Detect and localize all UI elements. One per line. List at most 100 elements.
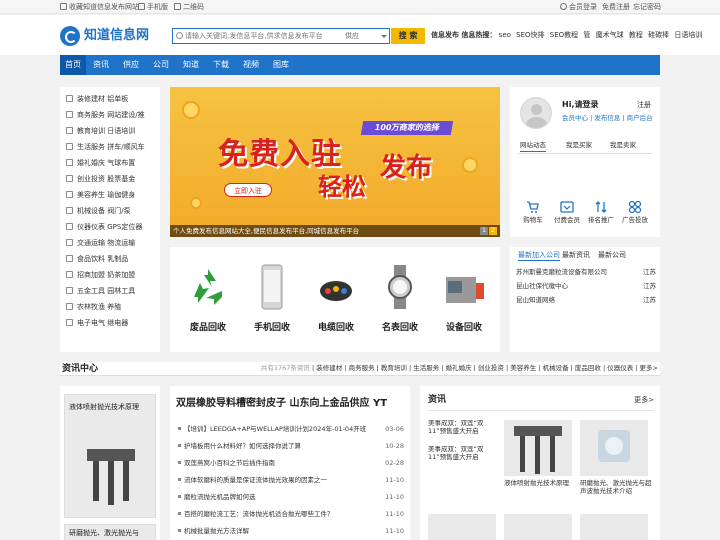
tab-site-news[interactable]: 网站动态: [520, 141, 546, 152]
tab-buyer[interactable]: 我是买家: [566, 141, 592, 150]
company-row[interactable]: 苏州斯曼克磨粒流设备有限公司 江苏: [516, 268, 656, 277]
tab-new-companies[interactable]: 最新加入公司: [518, 251, 560, 262]
news-category[interactable]: 美容养生: [510, 364, 536, 372]
nav-gallery[interactable]: 图库: [266, 55, 296, 75]
news-item[interactable]: 护墙板用什么材料好？如何选择你说了算 10-28: [178, 442, 404, 451]
hot-term[interactable]: SEO教程: [550, 31, 578, 39]
hot-term[interactable]: 教程: [629, 31, 643, 39]
banner-page[interactable]: 1: [480, 227, 488, 235]
forgot-password-link[interactable]: 忘记密码: [633, 3, 661, 11]
recycle-item-phone[interactable]: 手机回收: [242, 255, 302, 345]
news-more-link[interactable]: 更多>: [640, 364, 658, 372]
register-link[interactable]: 免费注册: [602, 3, 630, 11]
news-categories: 共有1767条资讯 | 装修建材 | 商务服务 | 教育培训 | 生活服务 | …: [260, 364, 658, 372]
category-item[interactable]: 装修建材 铝单板: [66, 95, 128, 106]
picture-card[interactable]: 液体喷射抛光技术原理: [504, 420, 576, 488]
category-item[interactable]: 美容养生 瑜伽健身: [66, 191, 135, 202]
news-item[interactable]: 双莲燕窝小百科之节后插件指南 02-28: [178, 459, 404, 468]
logo-icon[interactable]: [60, 26, 80, 46]
rank-shortcut[interactable]: 排名推广: [586, 200, 616, 225]
nozzle-image: [87, 449, 135, 505]
banner-page[interactable]: 2: [489, 227, 497, 235]
nav-home[interactable]: 首页: [60, 55, 86, 75]
hot-term[interactable]: 硅碳棒: [648, 31, 669, 39]
category-item[interactable]: 食品饮料 乳制品: [66, 255, 128, 266]
news-category[interactable]: 机械设备: [543, 364, 569, 372]
news-category[interactable]: 废品回收: [575, 364, 601, 372]
company-row[interactable]: 昆山社保代缴中心 江苏: [516, 282, 656, 291]
news-item[interactable]: 百搭的磨粒流工艺：流体抛光机适合抛光哪些工件？ 11-10: [178, 510, 404, 519]
search-scope-select[interactable]: 供应: [345, 32, 359, 40]
search-button[interactable]: 搜 索: [391, 28, 425, 44]
news-category[interactable]: 创业投资: [478, 364, 504, 372]
picture-thumb[interactable]: [580, 514, 648, 540]
nav-video[interactable]: 视频: [236, 55, 266, 75]
login-link[interactable]: 会员登录: [560, 3, 597, 11]
nav-news[interactable]: 资讯: [86, 55, 116, 75]
picture-thumb[interactable]: [504, 514, 572, 540]
register-button[interactable]: 注册: [637, 101, 651, 109]
ads-shortcut[interactable]: 广告投放: [620, 200, 650, 225]
company-row[interactable]: 昆山知道网络 江苏: [516, 296, 656, 305]
chevron-down-icon[interactable]: [381, 35, 387, 38]
tab-latest-company[interactable]: 最新公司: [598, 251, 626, 259]
logo-text[interactable]: 知道信息网: [84, 28, 149, 44]
news-item[interactable]: 机械批量抛光方法详解 11-10: [178, 527, 404, 536]
mobile-link[interactable]: 手机版: [138, 3, 168, 11]
hot-term[interactable]: seo: [499, 31, 511, 39]
login-prompt[interactable]: Hi,请登录: [562, 100, 598, 110]
recycle-item-waste[interactable]: 废品回收: [178, 255, 238, 345]
side-news-item[interactable]: 美事成双：双莲“双11”预售盛大开启: [428, 446, 498, 468]
picture-thumb[interactable]: [428, 514, 496, 540]
picture-news-more[interactable]: 更多>: [634, 396, 654, 404]
category-item[interactable]: 婚礼婚庆 气球布置: [66, 159, 135, 170]
member-links[interactable]: 会员中心 | 发布信息 | 商户后台: [562, 114, 653, 123]
category-item[interactable]: 创业投资 股票基金: [66, 175, 135, 186]
recycle-item-watch[interactable]: 名表回收: [370, 255, 430, 345]
picture-card[interactable]: 研磨抛光、激光抛光与超声波抛光技术介绍: [580, 420, 654, 496]
news-category[interactable]: 装修建材: [316, 364, 342, 372]
category-item[interactable]: 农林牧渔 养殖: [66, 303, 121, 314]
join-now-button[interactable]: 立即入驻: [224, 183, 272, 197]
category-item[interactable]: 电子电气 继电器: [66, 319, 128, 330]
category-item[interactable]: 交通运输 物流运输: [66, 239, 135, 250]
bookmark-link[interactable]: 收藏知道信息发布网站: [60, 3, 139, 11]
nav-supply[interactable]: 供应: [116, 55, 146, 75]
category-item[interactable]: 商务服务 网站建设/推: [66, 111, 145, 122]
search-input[interactable]: [185, 30, 333, 42]
recycle-item-cable[interactable]: 电缆回收: [306, 255, 366, 345]
hot-term[interactable]: SEO快排: [516, 31, 544, 39]
cart-shortcut[interactable]: 购物车: [518, 200, 548, 225]
news-item[interactable]: 流体软磨料的质量是保证流体抛光效果的因素之一 11-10: [178, 476, 404, 485]
tab-seller[interactable]: 我是卖家: [610, 141, 636, 150]
category-item[interactable]: 仪器仪表 GPS定位器: [66, 223, 142, 234]
news-card[interactable]: 研磨抛光、激光抛光与: [64, 524, 156, 540]
nav-company[interactable]: 公司: [146, 55, 176, 75]
category-item[interactable]: 五金工具 园林工具: [66, 287, 135, 298]
news-category[interactable]: 仪器仪表: [607, 364, 633, 372]
news-card[interactable]: 液体喷射抛光技术原理: [64, 394, 156, 518]
category-item[interactable]: 招商加盟 奶茶加盟: [66, 271, 135, 282]
qrcode-link[interactable]: 二维码: [174, 3, 204, 11]
category-item[interactable]: 教育培训 日语培训: [66, 127, 135, 138]
hot-term[interactable]: 日语培训: [674, 31, 702, 39]
news-category[interactable]: 商务服务: [349, 364, 375, 372]
news-item[interactable]: 【培训】LEEDGA+AP与WELLAP培训计划2024年-01-04开班 03-…: [178, 425, 404, 434]
category-item[interactable]: 生活服务 拼车/顺风车: [66, 143, 145, 154]
tab-latest-news[interactable]: 最新资讯: [562, 251, 590, 259]
hero-banner[interactable]: 100万商家的选择 免费入驻 发布 轻松 立即入驻 个人免费发布信息网站大全,便…: [170, 87, 500, 237]
side-news-item[interactable]: 美事成双：双莲“双11”预售盛大开启: [428, 420, 498, 442]
hot-term[interactable]: 管: [583, 31, 590, 39]
recycle-item-equipment[interactable]: 设备回收: [434, 255, 494, 345]
category-icon: [66, 271, 73, 278]
news-headline[interactable]: 双层橡胶导料槽密封皮子 山东向上金品供应 YT: [176, 398, 387, 410]
hot-term[interactable]: 魔术气球: [596, 31, 624, 39]
news-category[interactable]: 教育培训: [381, 364, 407, 372]
news-category[interactable]: 生活服务: [413, 364, 439, 372]
nav-know[interactable]: 知道: [176, 55, 206, 75]
news-item[interactable]: 磨粒流抛光机品牌如何选 11-10: [178, 493, 404, 502]
category-item[interactable]: 机械设备 阀门/泵: [66, 207, 131, 218]
vip-shortcut[interactable]: 付费会员: [552, 200, 582, 225]
nav-download[interactable]: 下载: [206, 55, 236, 75]
news-category[interactable]: 婚礼婚庆: [446, 364, 472, 372]
